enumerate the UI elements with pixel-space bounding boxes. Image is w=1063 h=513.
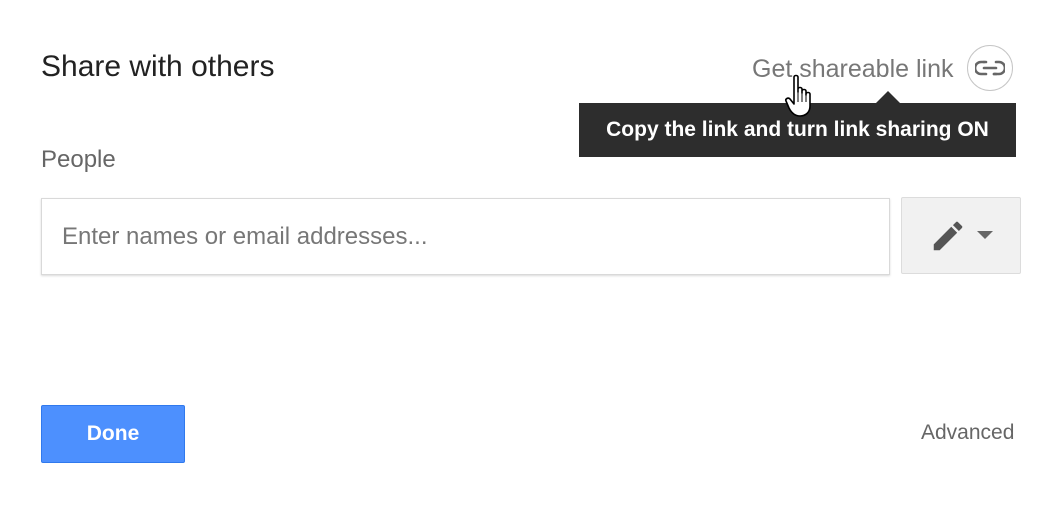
get-shareable-link[interactable]: Get shareable link — [752, 52, 954, 86]
people-label: People — [41, 146, 116, 173]
share-dialog: Share with others Get shareable link Cop… — [0, 0, 1063, 513]
advanced-link[interactable]: Advanced — [921, 420, 1014, 446]
people-input[interactable] — [41, 198, 890, 275]
hand-cursor-icon — [785, 74, 811, 117]
caret-down-icon — [977, 230, 993, 239]
shareable-link-button[interactable] — [967, 45, 1013, 91]
link-icon — [975, 60, 1005, 76]
permission-dropdown-button[interactable] — [901, 197, 1021, 274]
tooltip-arrow — [876, 91, 900, 103]
get-shareable-link-label[interactable]: Get shareable link — [752, 52, 954, 86]
done-button[interactable]: Done — [41, 405, 185, 463]
dialog-title: Share with others — [41, 50, 275, 83]
done-button-label[interactable]: Done — [87, 422, 140, 446]
pencil-icon — [933, 221, 963, 250]
